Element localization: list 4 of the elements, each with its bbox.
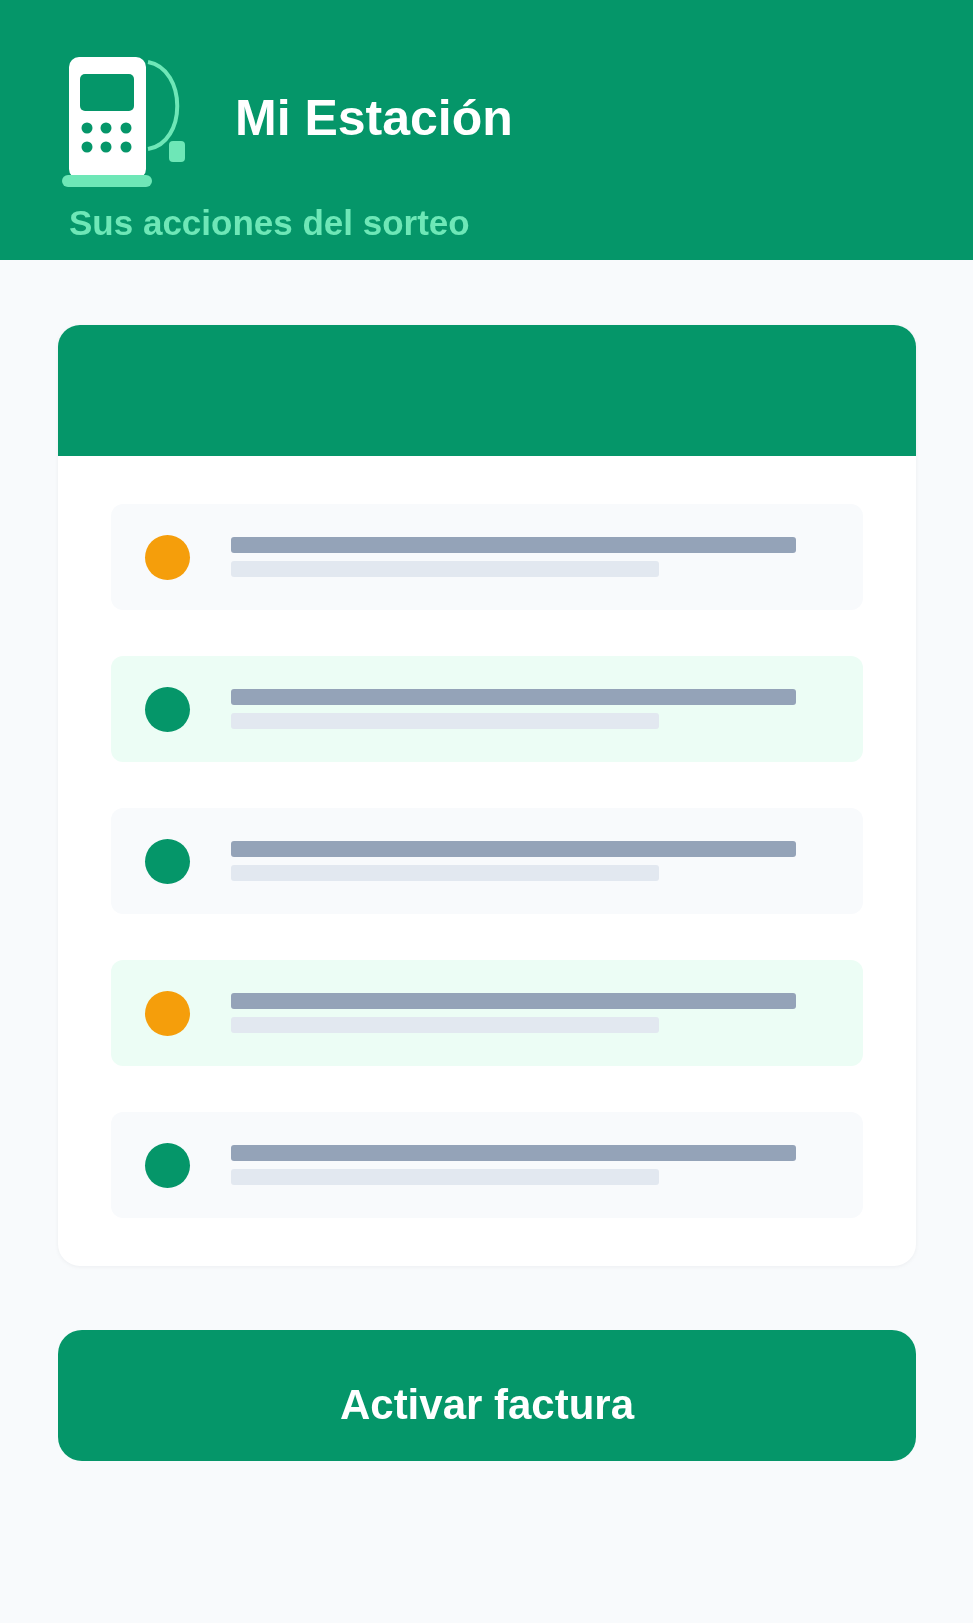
activate-invoice-button[interactable]: Activar factura <box>58 1330 916 1461</box>
app-title: Mi Estación <box>235 88 513 147</box>
header-subtitle: Sus acciones del sorteo <box>69 203 470 243</box>
fuel-pump-icon <box>62 57 186 188</box>
